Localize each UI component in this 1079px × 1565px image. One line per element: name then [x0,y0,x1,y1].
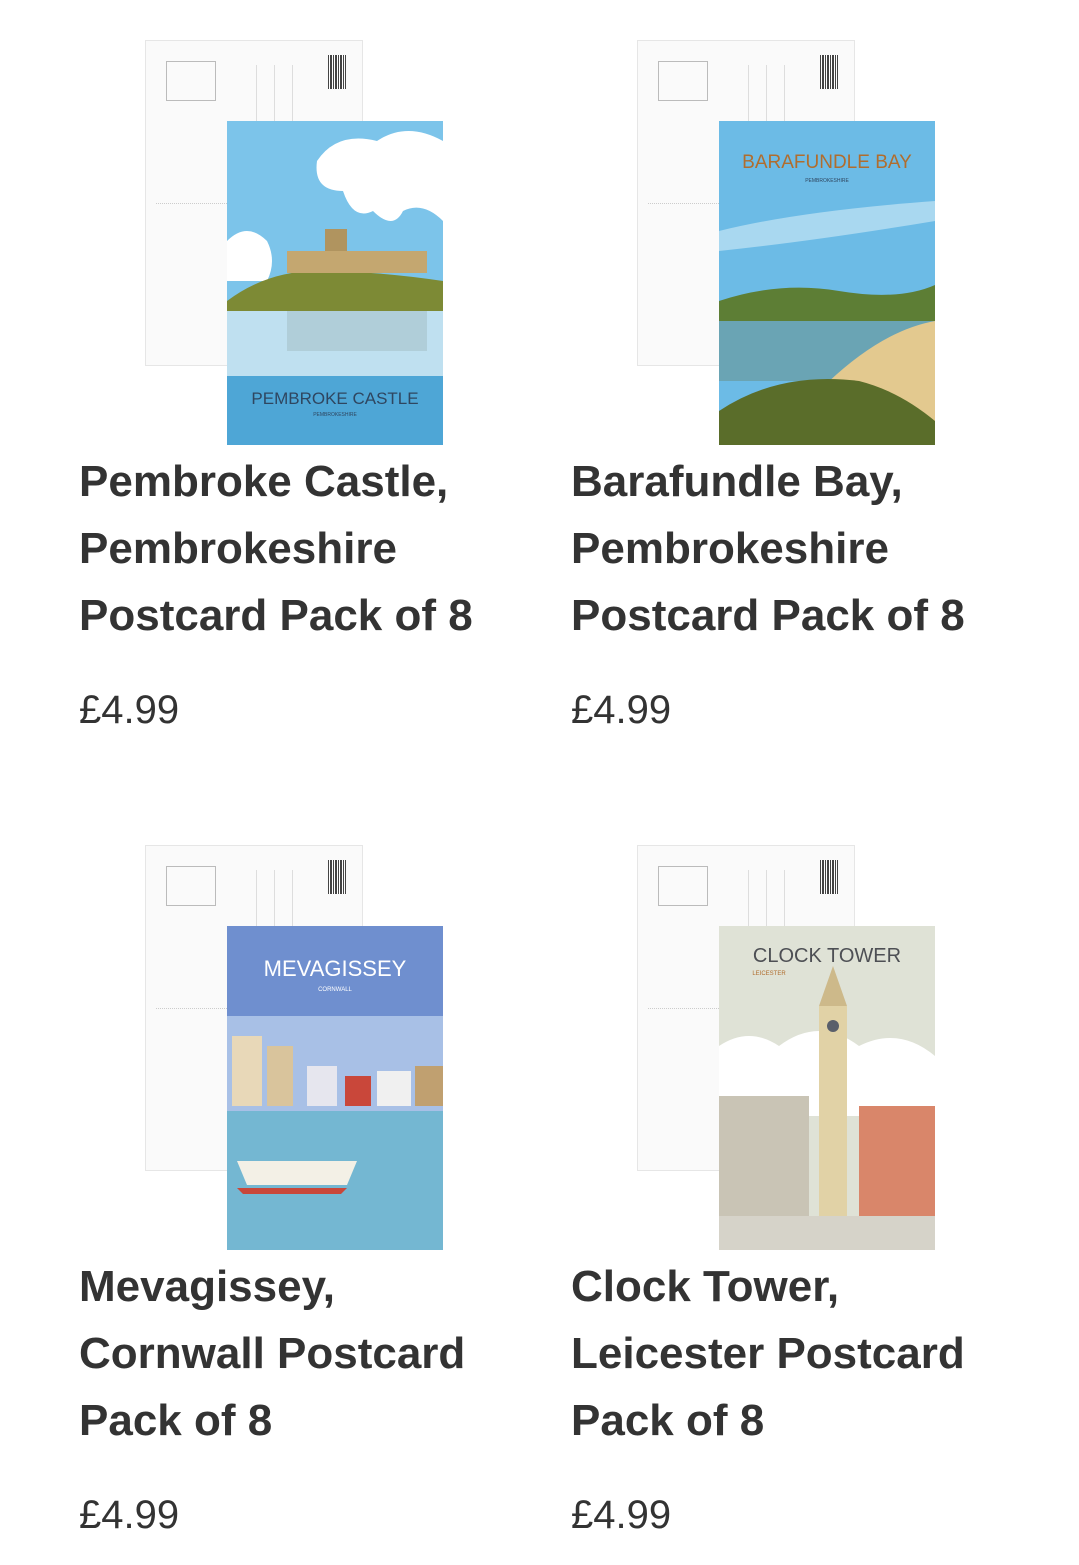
product-price: £4.99 [571,688,672,732]
poster-subheading: CORNWALL [318,987,352,993]
product-link-barafundle-bay[interactable]: BARAFUNDLE BAY PEMBROKESHIRE Barafundle … [571,0,1011,732]
product-price: £4.99 [571,1493,672,1537]
product-grid: PEMBROKE CASTLE PEMBROKESHIRE Pembroke C… [0,0,1079,1565]
product-link-mevagissey[interactable]: MEVAGISSEY CORNWALL Mevagissey, Cornwall… [79,805,519,1537]
poster-subheading: PEMBROKESHIRE [805,178,849,184]
postcard-front-clock-tower: CLOCK TOWER LEICESTER [719,926,935,1250]
barcode-icon [820,55,838,89]
barcode-icon [328,55,346,89]
product-title[interactable]: Barafundle Bay, Pembrokeshire Postcard P… [571,448,1011,649]
product-image[interactable]: MEVAGISSEY CORNWALL [79,805,519,1250]
product-image[interactable]: PEMBROKE CASTLE PEMBROKESHIRE [79,0,519,445]
barcode-icon [328,860,346,894]
product-price: £4.99 [79,1493,180,1537]
product-card: MEVAGISSEY CORNWALL Mevagissey, Cornwall… [79,805,519,1537]
product-card: BARAFUNDLE BAY PEMBROKESHIRE Barafundle … [571,0,1011,732]
product-title[interactable]: Clock Tower, Leicester Postcard Pack of … [571,1253,1011,1454]
poster-heading: MEVAGISSEY [264,956,407,981]
postcard-front-pembroke-castle: PEMBROKE CASTLE PEMBROKESHIRE [227,121,443,445]
stamp-box [658,866,708,906]
stamp-box [166,61,216,101]
postcard-front-barafundle-bay: BARAFUNDLE BAY PEMBROKESHIRE [719,121,935,445]
product-image[interactable]: BARAFUNDLE BAY PEMBROKESHIRE [571,0,1011,445]
product-price: £4.99 [79,688,180,732]
product-link-pembroke-castle[interactable]: PEMBROKE CASTLE PEMBROKESHIRE Pembroke C… [79,0,519,732]
product-card: CLOCK TOWER LEICESTER Clock Tower, Leice… [571,805,1011,1537]
product-image[interactable]: CLOCK TOWER LEICESTER [571,805,1011,1250]
product-card: PEMBROKE CASTLE PEMBROKESHIRE Pembroke C… [79,0,519,732]
poster-subheading: PEMBROKESHIRE [313,412,357,418]
product-title[interactable]: Mevagissey, Cornwall Postcard Pack of 8 [79,1253,519,1454]
poster-heading: BARAFUNDLE BAY [742,152,912,173]
barcode-icon [820,860,838,894]
stamp-box [658,61,708,101]
product-title[interactable]: Pembroke Castle, Pembrokeshire Postcard … [79,448,519,649]
poster-subheading: LEICESTER [752,971,786,977]
postcard-front-mevagissey: MEVAGISSEY CORNWALL [227,926,443,1250]
poster-heading: CLOCK TOWER [753,945,901,967]
product-link-clock-tower[interactable]: CLOCK TOWER LEICESTER Clock Tower, Leice… [571,805,1011,1537]
poster-heading: PEMBROKE CASTLE [251,389,418,408]
stamp-box [166,866,216,906]
